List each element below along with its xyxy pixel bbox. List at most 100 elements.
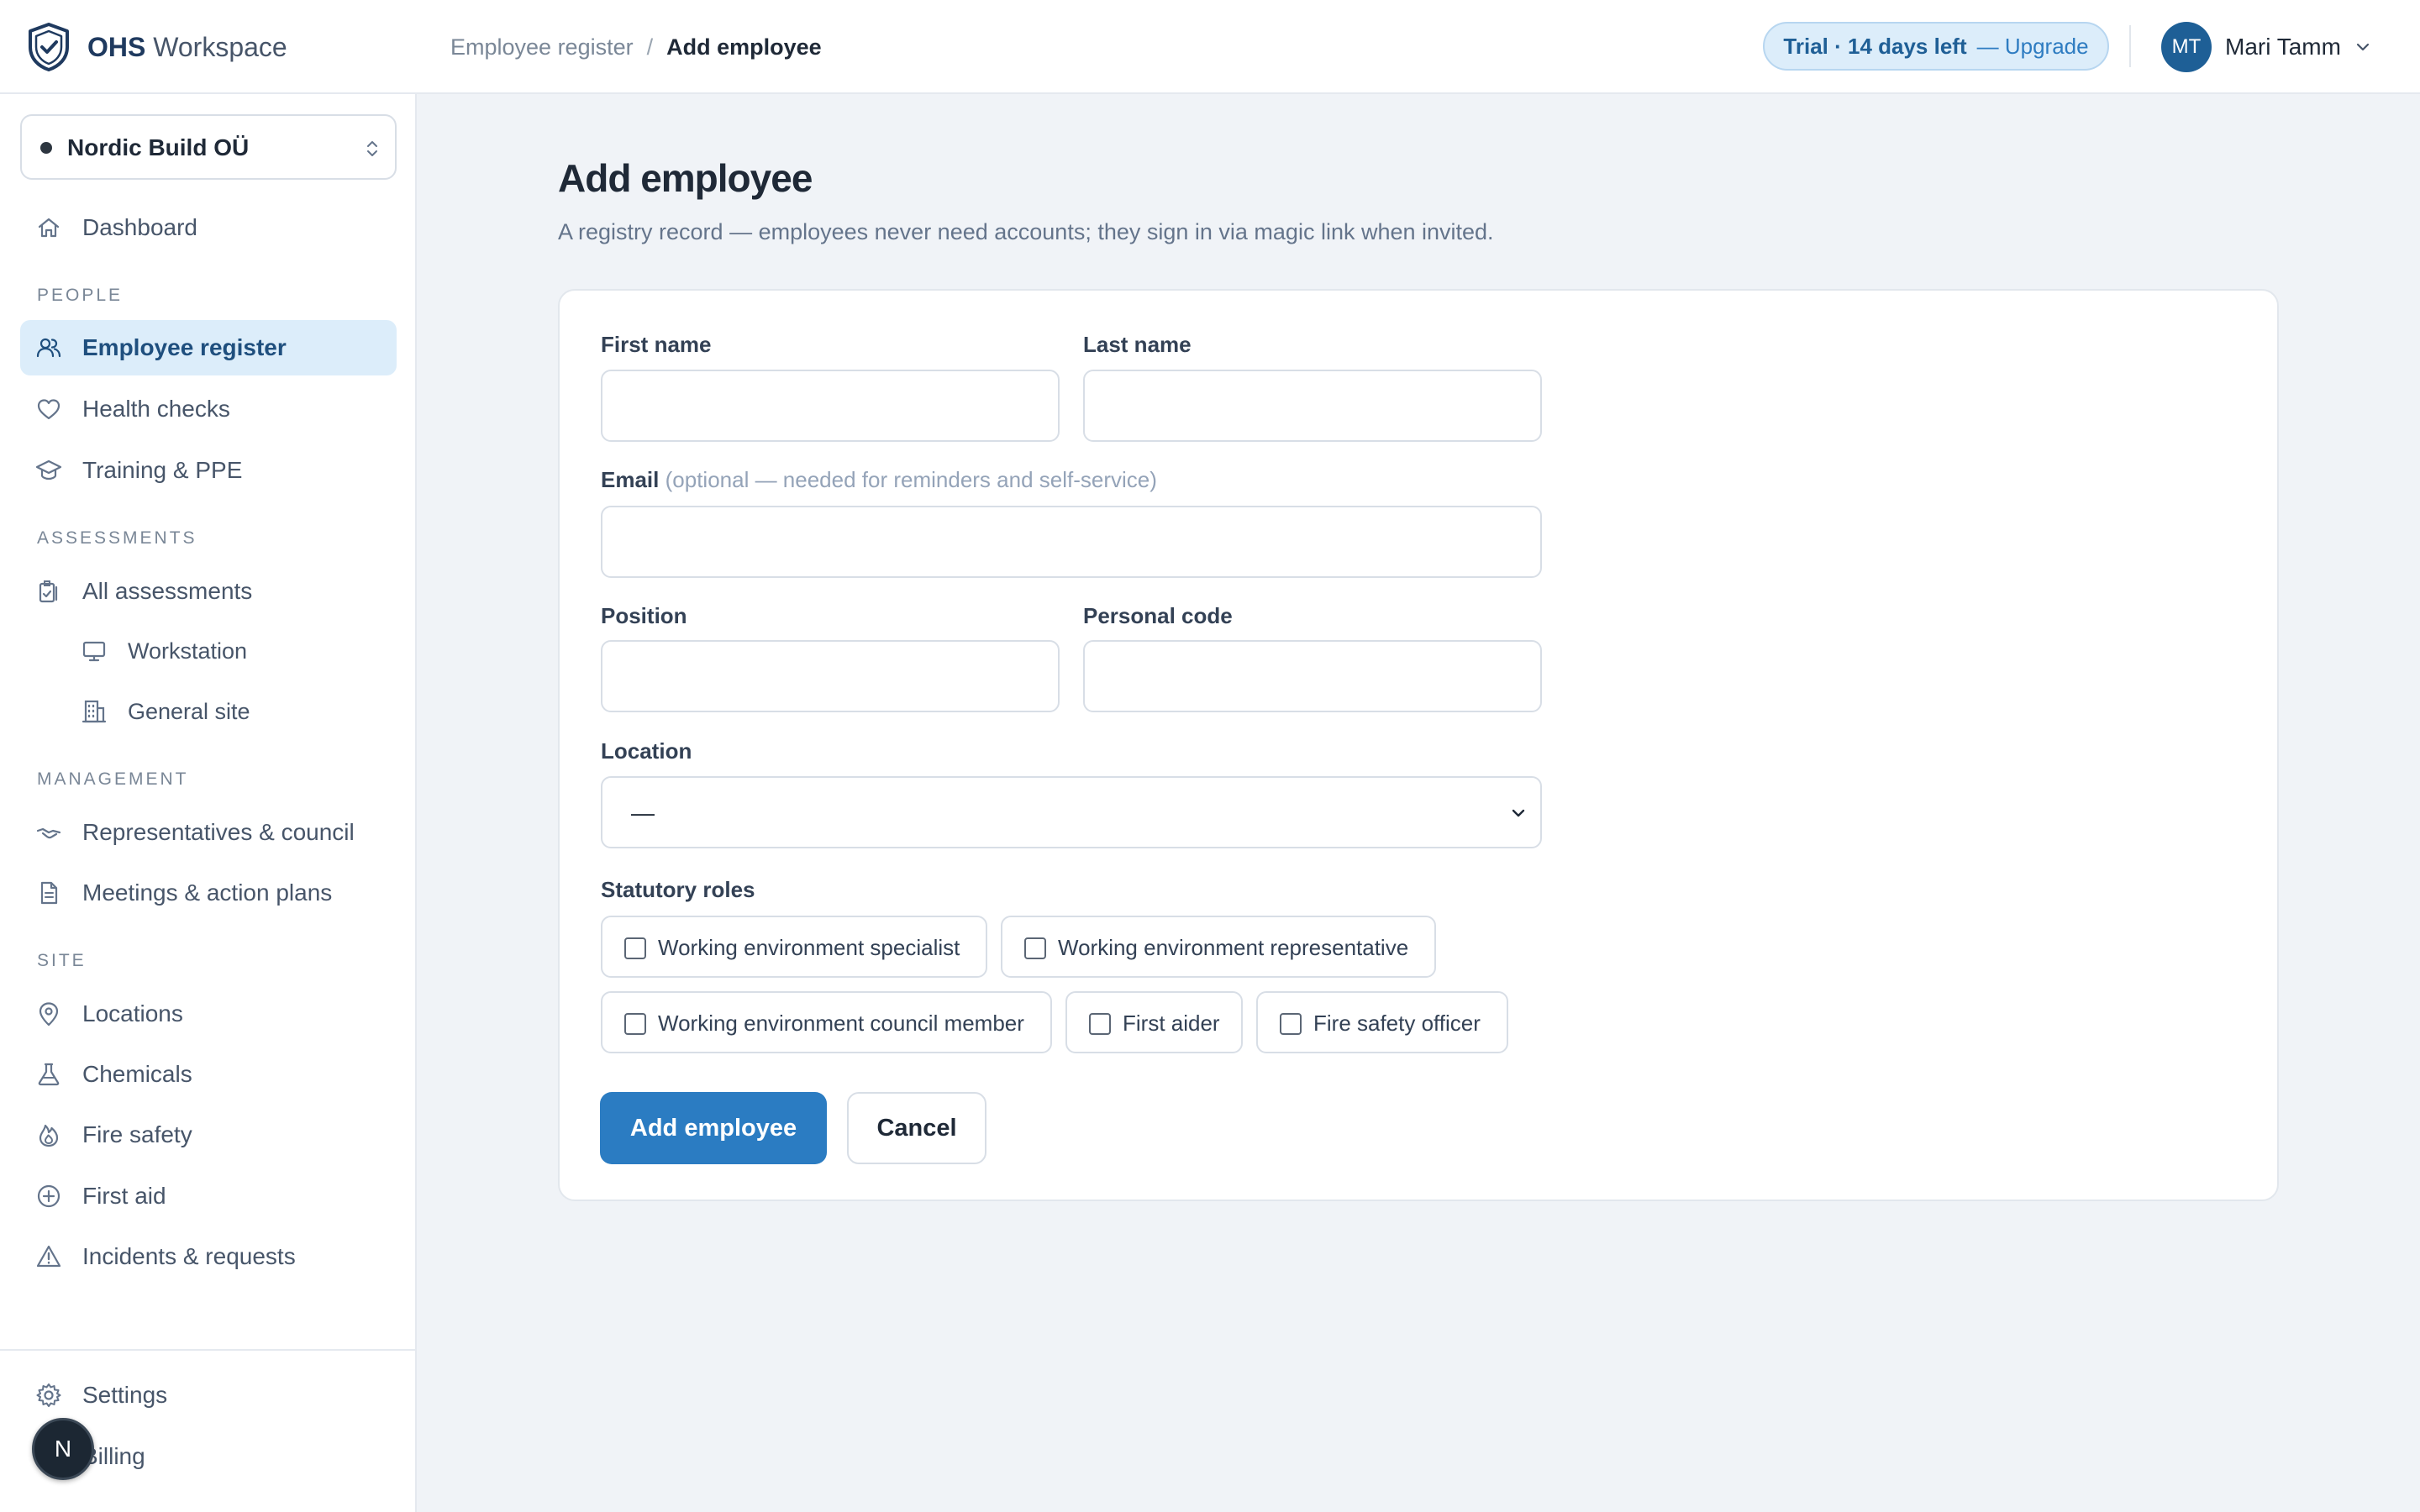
section-people: PEOPLE xyxy=(37,286,124,305)
org-name: Nordic Build OÜ xyxy=(67,134,250,160)
header-divider xyxy=(2129,25,2131,67)
role-checkbox-fire-safety-officer[interactable]: Fire safety officer xyxy=(1256,991,1508,1053)
role-label: First aider xyxy=(1123,1011,1220,1036)
breadcrumb: Employee register / Add employee xyxy=(450,32,822,62)
handshake-icon xyxy=(36,827,61,839)
brand-light: Workspace xyxy=(153,32,287,62)
gear-icon xyxy=(36,1383,61,1407)
position-label: Position xyxy=(601,603,687,628)
upgrade-link[interactable]: — Upgrade xyxy=(1977,34,2089,60)
email-field[interactable] xyxy=(601,506,1542,578)
first-name-field[interactable] xyxy=(601,370,1060,442)
users-icon xyxy=(36,338,61,358)
sidebar-item-health-checks[interactable]: Health checks xyxy=(20,381,397,437)
trial-badge[interactable]: Trial · 14 days left — Upgrade xyxy=(1763,22,2109,71)
sidebar-item-label: Employee register xyxy=(82,334,287,360)
last-name-field[interactable] xyxy=(1083,370,1542,442)
sidebar-item-label: Meetings & action plans xyxy=(82,879,333,906)
sidebar-item-label: Fire safety xyxy=(82,1121,192,1147)
checkbox[interactable] xyxy=(1280,1013,1302,1035)
role-checkbox-first-aider[interactable]: First aider xyxy=(1065,991,1243,1053)
sidebar-item-label: Chemicals xyxy=(82,1061,192,1087)
sidebar-item-label: All assessments xyxy=(82,578,253,604)
role-checkbox-specialist[interactable]: Working environment specialist xyxy=(601,916,987,978)
sidebar-item-label: First aid xyxy=(82,1183,166,1209)
sidebar-item-general-site[interactable]: General site xyxy=(20,684,397,739)
flame-icon xyxy=(39,1124,59,1147)
monitor-icon xyxy=(82,641,106,662)
sidebar-item-label: Workstation xyxy=(128,638,248,664)
map-pin-icon xyxy=(39,1002,59,1026)
personal-code-field[interactable] xyxy=(1083,640,1542,712)
location-select[interactable]: — xyxy=(601,776,1542,848)
statutory-roles-label: Statutory roles xyxy=(601,877,755,902)
sidebar-item-first-aid[interactable]: First aid xyxy=(20,1168,397,1224)
sidebar-item-label: Health checks xyxy=(82,396,230,422)
sidebar-item-workstation[interactable]: Workstation xyxy=(20,623,397,679)
cancel-button[interactable]: Cancel xyxy=(847,1092,986,1164)
sidebar-item-employee-register[interactable]: Employee register xyxy=(20,320,397,375)
checkbox[interactable] xyxy=(1024,937,1046,959)
shield-logo-icon[interactable] xyxy=(25,22,72,72)
chevron-up-down-icon xyxy=(367,141,377,156)
page-title: Add employee xyxy=(558,156,813,200)
location-select-value: — xyxy=(631,800,655,826)
user-name[interactable]: Mari Tamm xyxy=(2225,32,2341,62)
role-label: Working environment representative xyxy=(1058,935,1409,960)
section-site: SITE xyxy=(37,951,87,970)
breadcrumb-employee-register[interactable]: Employee register xyxy=(450,32,634,62)
plus-circle-icon xyxy=(37,1184,60,1208)
sidebar-item-label: Representatives & council xyxy=(82,819,355,845)
checkbox[interactable] xyxy=(1089,1013,1111,1035)
org-status-dot xyxy=(40,142,52,154)
avatar[interactable]: MT xyxy=(2161,22,2212,72)
email-hint: (optional — needed for reminders and sel… xyxy=(665,467,1157,492)
breadcrumb-separator: / xyxy=(646,34,654,60)
page-subtitle: A registry record — employees never need… xyxy=(558,219,1494,244)
sidebar-item-all-assessments[interactable]: All assessments xyxy=(20,564,397,619)
sidebar-item-locations[interactable]: Locations xyxy=(20,986,397,1042)
home-icon xyxy=(38,218,60,238)
chevron-down-icon[interactable] xyxy=(2353,37,2373,57)
chevron-down-icon xyxy=(1512,809,1525,817)
checkbox[interactable] xyxy=(624,937,646,959)
sidebar-item-chemicals[interactable]: Chemicals xyxy=(20,1047,397,1102)
trial-text: Trial · 14 days left xyxy=(1783,33,1967,59)
clipboard-check-icon xyxy=(39,580,58,603)
sidebar-item-incidents[interactable]: Incidents & requests xyxy=(20,1229,397,1284)
role-checkbox-representative[interactable]: Working environment representative xyxy=(1001,916,1436,978)
checkbox[interactable] xyxy=(624,1013,646,1035)
heart-icon xyxy=(37,399,60,420)
flask-icon xyxy=(38,1063,60,1086)
sidebar-item-settings[interactable]: Settings xyxy=(20,1368,397,1423)
sidebar-item-training[interactable]: Training & PPE xyxy=(20,443,397,498)
sidebar-item-fire-safety[interactable]: Fire safety xyxy=(20,1107,397,1163)
sidebar-item-representatives[interactable]: Representatives & council xyxy=(20,805,397,860)
sidebar-item-meetings[interactable]: Meetings & action plans xyxy=(20,865,397,921)
sidebar-item-label: Settings xyxy=(82,1382,168,1408)
location-label: Location xyxy=(601,738,692,764)
graduation-cap-icon xyxy=(35,459,62,480)
role-label: Working environment specialist xyxy=(658,935,960,960)
sidebar-item-label: Dashboard xyxy=(82,214,197,240)
document-icon xyxy=(40,881,58,905)
role-label: Fire safety officer xyxy=(1313,1011,1481,1036)
first-name-label: First name xyxy=(601,332,712,357)
sidebar-item-label: Locations xyxy=(82,1000,183,1026)
top-bar: OHS Workspace Employee register / Add em… xyxy=(0,0,2420,94)
section-management: MANAGEMENT xyxy=(37,769,189,789)
app-brand[interactable]: OHS Workspace xyxy=(87,30,287,64)
email-label: Email (optional — needed for reminders a… xyxy=(601,465,1157,494)
add-employee-button[interactable]: Add employee xyxy=(600,1092,827,1164)
email-label-text: Email xyxy=(601,467,660,492)
sidebar-divider xyxy=(0,1349,415,1351)
position-field[interactable] xyxy=(601,640,1060,712)
sidebar-item-label: Incidents & requests xyxy=(82,1243,296,1269)
org-switcher[interactable]: Nordic Build OÜ xyxy=(20,114,397,180)
role-checkbox-council-member[interactable]: Working environment council member xyxy=(601,991,1052,1053)
breadcrumb-current: Add employee xyxy=(666,34,822,60)
last-name-label: Last name xyxy=(1083,332,1192,357)
building-icon xyxy=(82,700,107,723)
assistant-launcher-button[interactable]: N xyxy=(32,1418,94,1480)
sidebar-item-dashboard[interactable]: Dashboard xyxy=(20,200,397,255)
